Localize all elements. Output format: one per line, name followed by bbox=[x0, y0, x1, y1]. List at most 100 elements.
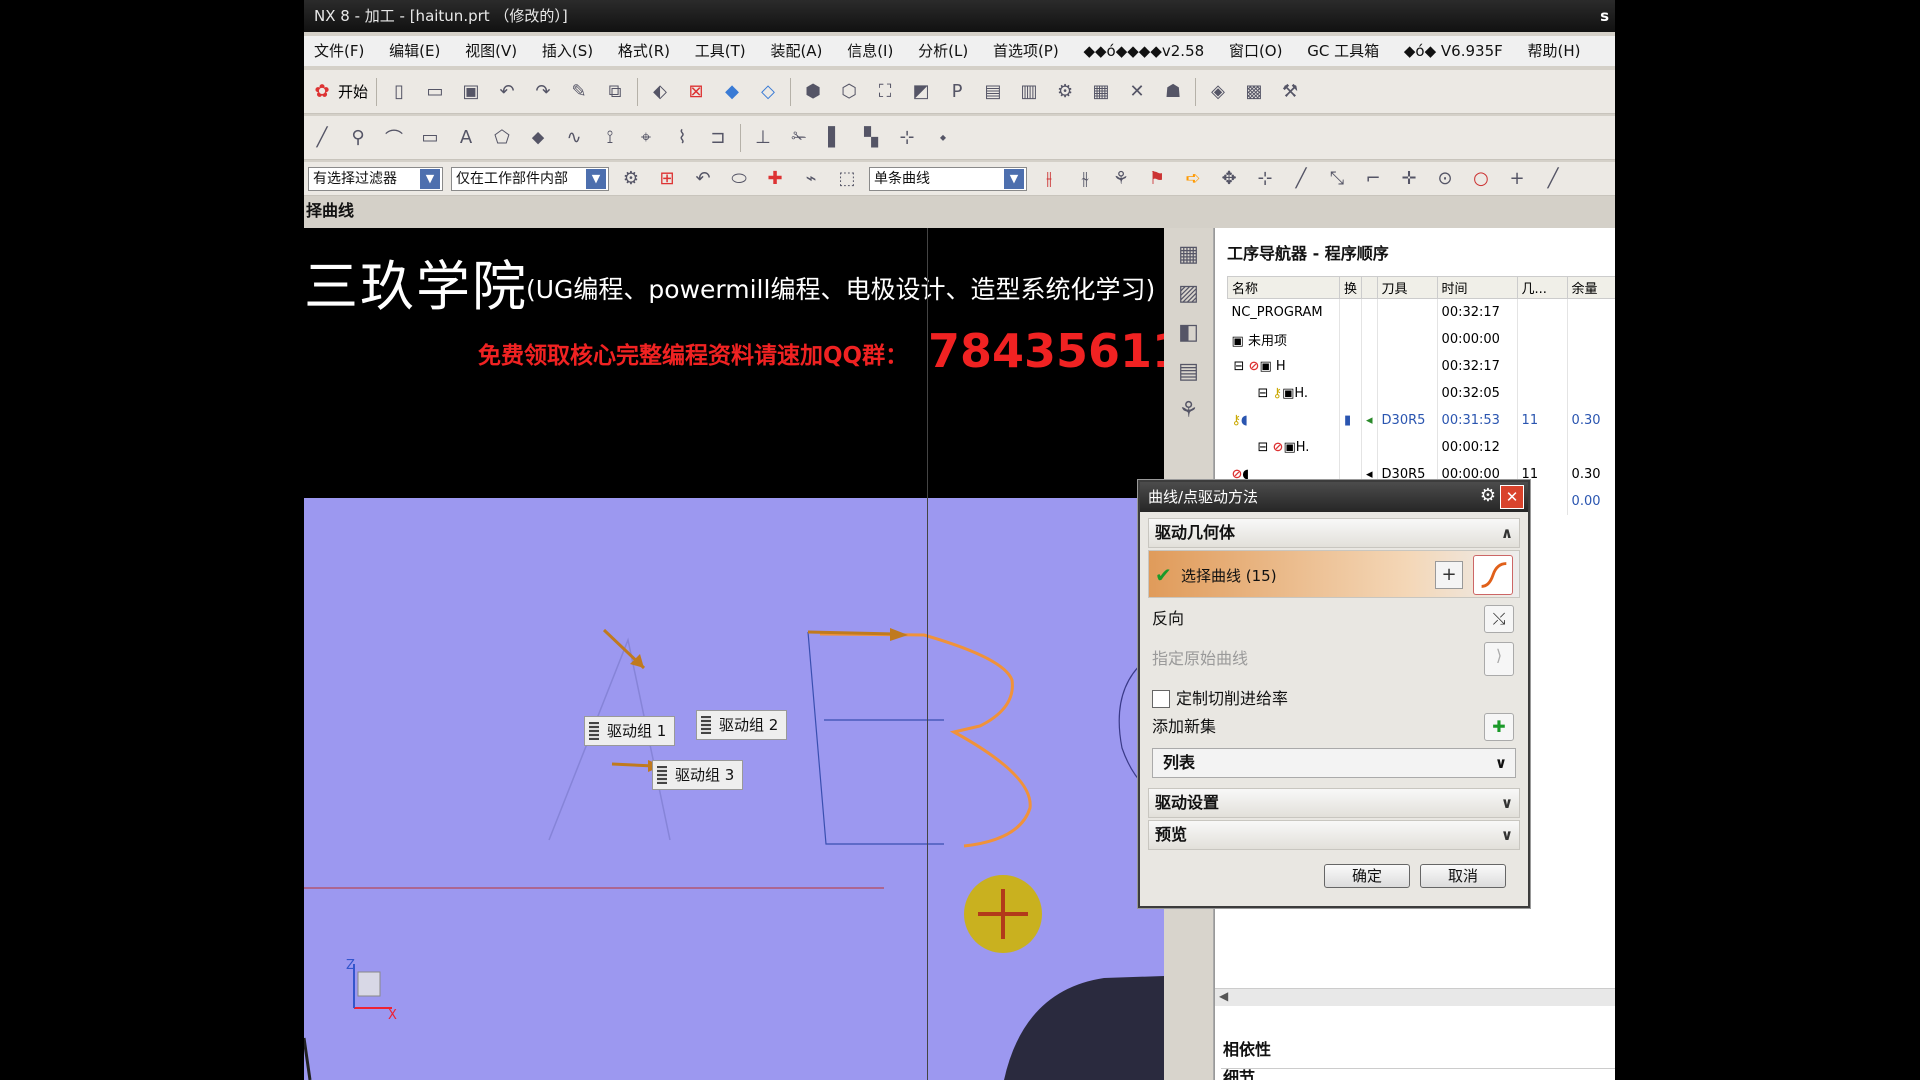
quadrant-point-icon[interactable]: ⊙ bbox=[1431, 166, 1459, 192]
filter-settings-icon[interactable]: ⚙ bbox=[617, 166, 645, 192]
extract-curve-icon[interactable]: ⊥ bbox=[749, 125, 777, 151]
select-edges-icon[interactable]: ⌁ bbox=[797, 166, 825, 192]
line-icon[interactable]: ╱ bbox=[308, 125, 336, 151]
menu-view[interactable]: 视图(V) bbox=[455, 36, 527, 66]
column-name[interactable]: 名称 bbox=[1227, 276, 1340, 299]
cancel-button[interactable]: 取消 bbox=[1420, 864, 1506, 888]
verify-toolpath-icon[interactable]: ⚙ bbox=[1051, 79, 1079, 105]
menu-assembly[interactable]: 装配(A) bbox=[760, 36, 832, 66]
mid-point-icon[interactable]: ╱ bbox=[1287, 166, 1315, 192]
create-geometry-icon[interactable]: ⛶ bbox=[871, 79, 899, 105]
menu-analysis[interactable]: 分析(L) bbox=[908, 36, 978, 66]
expand-chevron-icon[interactable]: ∨ bbox=[1501, 821, 1513, 849]
table-row[interactable]: ⊟ ⊘▣ H 00:32:17 bbox=[1227, 352, 1615, 380]
select-features-icon[interactable]: ⬭ bbox=[725, 166, 753, 192]
select-curve-label[interactable]: 选择曲线 (15) bbox=[1181, 565, 1277, 586]
curve-select-icon[interactable] bbox=[1473, 555, 1513, 595]
offset-curve-icon[interactable]: ⬥ bbox=[524, 125, 552, 151]
constraint-navigator-icon[interactable]: ▨ bbox=[1164, 281, 1213, 306]
drive-curves-graphic[interactable] bbox=[304, 228, 1164, 1080]
column-time[interactable]: 时间 bbox=[1436, 276, 1518, 299]
column-geometry[interactable]: 几... bbox=[1516, 276, 1568, 299]
selection-scope-combo[interactable]: 仅在工作部件内部 bbox=[451, 166, 609, 191]
graphics-viewport[interactable]: 三玖学院 (UG编程、powermill编程、电极设计、造型系统化学习) 免费领… bbox=[304, 228, 1164, 1080]
transform-icon[interactable]: ⧉ bbox=[601, 79, 629, 105]
menu-tools[interactable]: 工具(T) bbox=[685, 36, 756, 66]
menu-insert[interactable]: 插入(S) bbox=[532, 36, 603, 66]
expand-chevron-icon[interactable]: ∨ bbox=[1501, 789, 1513, 817]
custom-feed-checkbox[interactable] bbox=[1152, 690, 1170, 708]
path-icon[interactable]: ⚑ bbox=[1143, 166, 1171, 192]
scroll-left-icon[interactable]: ◀ bbox=[1219, 989, 1228, 1003]
edit-object-icon[interactable]: ✎ bbox=[565, 79, 593, 105]
menu-gc-toolbox[interactable]: GC 工具箱 bbox=[1297, 36, 1389, 66]
curve-rule-combo[interactable]: 单条曲线 bbox=[869, 166, 1027, 191]
selection-icon[interactable]: ⬖ bbox=[646, 79, 674, 105]
create-operation-icon[interactable]: P bbox=[943, 79, 971, 105]
type-filter-combo[interactable]: 有选择过滤器 bbox=[308, 166, 443, 191]
collapse-chevron-icon[interactable]: ∧ bbox=[1501, 519, 1513, 547]
part-navigator-icon[interactable]: ◧ bbox=[1164, 320, 1213, 345]
operation-navigator-icon[interactable]: ⚘ bbox=[1164, 398, 1213, 423]
point-on-curve-icon[interactable]: + bbox=[1503, 166, 1531, 192]
polygon-icon[interactable]: ⬠ bbox=[488, 125, 516, 151]
generate-toolpath-icon[interactable]: ▤ bbox=[979, 79, 1007, 105]
menu-help[interactable]: 帮助(H) bbox=[1518, 36, 1591, 66]
collapse-toggle-icon[interactable]: ⊟ bbox=[1258, 386, 1269, 401]
dependencies-section[interactable]: 相依性 bbox=[1221, 1028, 1615, 1069]
intersect-curve-icon[interactable]: ⌖ bbox=[632, 125, 660, 151]
feature-icon[interactable]: ◈ bbox=[1204, 79, 1232, 105]
drive-group-tag-3[interactable]: 驱动组 3 bbox=[652, 760, 744, 790]
drive-settings-section-header[interactable]: 驱动设置 ∨ bbox=[1148, 788, 1520, 818]
point-icon[interactable]: ⚲ bbox=[344, 125, 372, 151]
save-icon[interactable]: ▣ bbox=[457, 79, 485, 105]
column-path[interactable] bbox=[1361, 276, 1378, 299]
stretch-curve-icon[interactable]: ▚ bbox=[857, 125, 885, 151]
assembly-navigator-icon[interactable]: ▦ bbox=[1164, 242, 1213, 267]
menu-format[interactable]: 格式(R) bbox=[608, 36, 680, 66]
menu-plugin-v6935f[interactable]: ◆ó◆ V6.935F bbox=[1394, 36, 1513, 66]
start-label[interactable]: 开始 bbox=[338, 81, 368, 102]
deselect-icon[interactable]: ↶ bbox=[689, 166, 717, 192]
divide-curve-icon[interactable]: ▌ bbox=[821, 125, 849, 151]
fit-view-icon[interactable]: ⊠ bbox=[682, 79, 710, 105]
open-file-icon[interactable]: ▭ bbox=[421, 79, 449, 105]
table-row[interactable]: ▣ 未用项 00:00:00 bbox=[1227, 325, 1615, 353]
table-row[interactable]: ⊟ ⊘▣H. 00:00:12 bbox=[1227, 433, 1615, 461]
undo-icon[interactable]: ↶ bbox=[493, 79, 521, 105]
existing-point-icon[interactable]: ○ bbox=[1467, 166, 1495, 192]
dialog-settings-icon[interactable]: ⚙ bbox=[1480, 485, 1496, 506]
menu-plugin-v258[interactable]: ◆◆ó◆◆◆◆v2.58 bbox=[1073, 36, 1214, 66]
arc-center-icon[interactable]: ✛ bbox=[1395, 166, 1423, 192]
postprocess-icon[interactable]: ▦ bbox=[1087, 79, 1115, 105]
menu-preferences[interactable]: 首选项(P) bbox=[983, 36, 1069, 66]
create-tool-icon[interactable]: ⬡ bbox=[835, 79, 863, 105]
rectangle-icon[interactable]: ▭ bbox=[416, 125, 444, 151]
table-row[interactable]: ⊟ ⚷▣H. 00:32:05 bbox=[1227, 379, 1615, 407]
collapse-toggle-icon[interactable]: ⊟ bbox=[1258, 440, 1269, 455]
drive-group-tag-2[interactable]: 驱动组 2 bbox=[696, 710, 788, 740]
window-close-button[interactable]: s bbox=[1600, 0, 1609, 32]
machine-tool-icon[interactable]: ☗ bbox=[1159, 79, 1187, 105]
preview-section-header[interactable]: 预览 ∨ bbox=[1148, 820, 1520, 850]
shaded-view-icon[interactable]: ◆ bbox=[718, 79, 746, 105]
join-curve-icon[interactable]: ⊐ bbox=[704, 125, 732, 151]
expand-chevron-icon[interactable]: ∨ bbox=[1495, 749, 1507, 777]
direction-icon[interactable]: ➪ bbox=[1179, 166, 1207, 192]
intersection-point-icon[interactable]: ⌐ bbox=[1359, 166, 1387, 192]
trim-curve-icon[interactable]: ✁ bbox=[785, 125, 813, 151]
end-point-icon[interactable]: ⊹ bbox=[1251, 166, 1279, 192]
create-program-icon[interactable]: ⬢ bbox=[799, 79, 827, 105]
curve-length-icon[interactable]: ⬩ bbox=[929, 125, 957, 151]
select-curve-row[interactable]: ✔ 选择曲线 (15) + bbox=[1148, 550, 1520, 598]
chain-within-feature-icon[interactable]: ⚘ bbox=[1107, 166, 1135, 192]
table-row[interactable]: ⚷◖ ▮ ◂ D30R5 00:31:53 11 0.30 bbox=[1227, 406, 1615, 434]
arc-icon[interactable]: ⌒ bbox=[380, 125, 408, 151]
follow-fillet-icon[interactable]: ⫳ bbox=[1071, 166, 1099, 192]
assembly-icon[interactable]: ▩ bbox=[1240, 79, 1268, 105]
column-stock[interactable]: 余量 bbox=[1566, 276, 1615, 299]
project-curve-icon[interactable]: ⟟ bbox=[596, 125, 624, 151]
rectangle-select-icon[interactable]: ⬚ bbox=[833, 166, 861, 192]
spline-icon[interactable]: ∿ bbox=[560, 125, 588, 151]
shop-doc-icon[interactable]: ✕ bbox=[1123, 79, 1151, 105]
